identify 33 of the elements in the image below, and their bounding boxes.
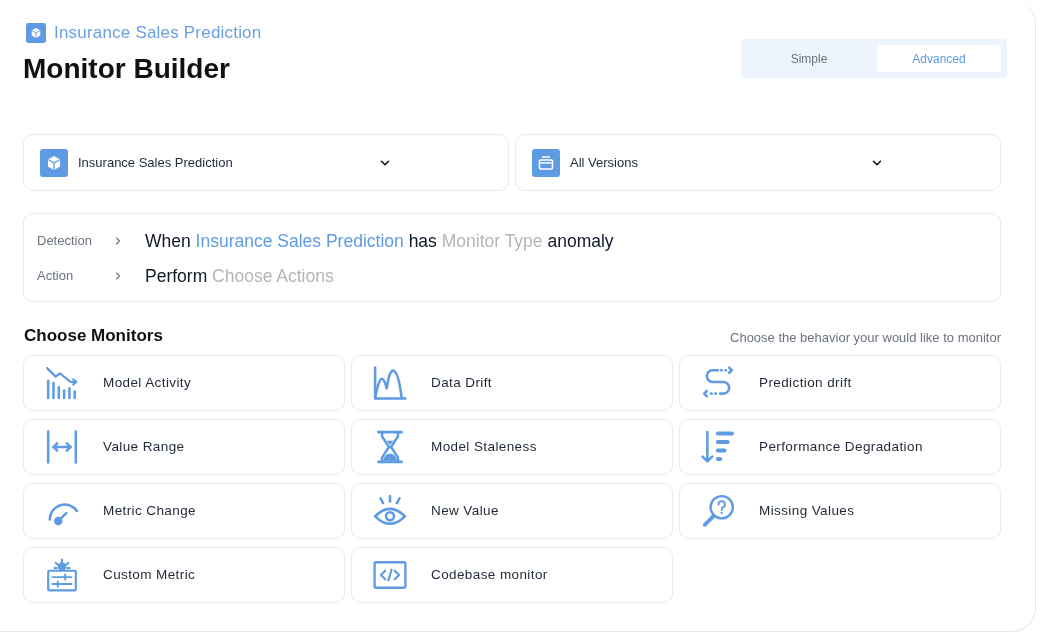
magnifier-question-icon xyxy=(701,494,735,528)
tray-icon xyxy=(532,148,560,177)
s-curve-arrows-icon xyxy=(701,366,735,400)
monitor-option[interactable]: Custom Metric xyxy=(23,547,345,603)
rule-label: Detection xyxy=(37,232,93,251)
gear-toolbox-icon xyxy=(45,558,79,592)
monitor-option[interactable]: Data Drift xyxy=(351,355,673,411)
rule-sentence: When Insurance Sales Prediction has Monitor Type anomaly xyxy=(145,230,614,253)
monitor-option[interactable]: Model Staleness xyxy=(351,419,673,475)
bar-chart-trend-icon xyxy=(45,366,79,400)
eye-with-rays-icon xyxy=(373,494,407,528)
section-title: Choose Monitors xyxy=(24,325,163,347)
monitor-option[interactable]: Missing Values xyxy=(679,483,1001,539)
monitor-option[interactable]: Codebase monitor xyxy=(351,547,673,603)
rule-sentence: Perform Choose Actions xyxy=(145,265,334,288)
code-icon xyxy=(373,558,407,592)
monitor-option[interactable]: Performance Degradation xyxy=(679,419,1001,475)
monitor-option[interactable]: Metric Change xyxy=(23,483,345,539)
page-title: Monitor Builder xyxy=(23,52,231,86)
monitor-option[interactable]: Prediction drift xyxy=(679,355,1001,411)
monitor-option[interactable]: Model Activity xyxy=(23,355,345,411)
sort-descending-icon xyxy=(701,430,735,464)
rule-label: Action xyxy=(37,267,75,286)
bell-curve-chart-icon xyxy=(373,366,407,400)
mode-tab[interactable]: Simple xyxy=(747,45,871,72)
dropdown-select[interactable]: Insurance Sales Prediction xyxy=(23,134,509,191)
monitor-option[interactable]: Value Range xyxy=(23,419,345,475)
cube-icon xyxy=(26,23,46,43)
monitor-option[interactable]: New Value xyxy=(351,483,673,539)
cube-icon xyxy=(40,148,68,177)
range-arrows-icon xyxy=(45,430,79,464)
section-hint: Choose the behavior your would like to monitor xyxy=(730,329,1001,347)
dropdown-select[interactable]: All Versions xyxy=(515,134,1001,191)
